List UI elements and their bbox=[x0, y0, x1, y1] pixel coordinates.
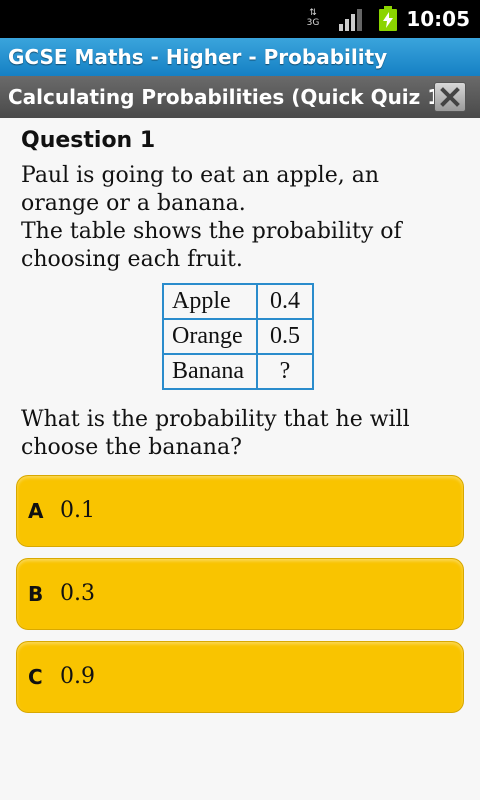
table-row: Orange 0.5 bbox=[162, 318, 314, 355]
close-icon bbox=[440, 87, 460, 107]
question-line: Paul is going to eat an apple, an bbox=[21, 163, 379, 188]
question-prompt: What is the probability that he will cho… bbox=[21, 406, 461, 462]
network-type-icon: ⇅ 3G bbox=[306, 8, 320, 28]
table-cell-probability: 0.4 bbox=[256, 283, 314, 320]
answer-value: 0.9 bbox=[60, 664, 95, 689]
table-cell-fruit: Orange bbox=[162, 318, 258, 355]
app-title-bar: GCSE Maths - Higher - Probability bbox=[0, 38, 480, 76]
battery-charging-icon bbox=[379, 6, 397, 31]
table-cell-probability: ? bbox=[256, 353, 314, 390]
quiz-title-bar: Calculating Probabilities (Quick Quiz 1) bbox=[0, 76, 480, 118]
probability-table: Apple 0.4 Orange 0.5 Banana ? bbox=[162, 283, 314, 390]
table-cell-fruit: Apple bbox=[162, 283, 258, 320]
answer-button-b[interactable]: B 0.3 bbox=[16, 558, 464, 630]
answer-button-a[interactable]: A 0.1 bbox=[16, 475, 464, 547]
quiz-title: Calculating Probabilities (Quick Quiz 1) bbox=[8, 85, 451, 109]
clock: 10:05 bbox=[406, 7, 470, 31]
prompt-line: choose the banana? bbox=[21, 435, 242, 460]
answer-value: 0.1 bbox=[60, 498, 95, 523]
answer-value: 0.3 bbox=[60, 581, 95, 606]
question-line: choosing each fruit. bbox=[21, 247, 243, 272]
question-text: Paul is going to eat an apple, an orange… bbox=[21, 162, 461, 274]
app-title: GCSE Maths - Higher - Probability bbox=[8, 45, 388, 69]
question-line: orange or a banana. bbox=[21, 191, 246, 216]
signal-strength-icon bbox=[339, 9, 362, 31]
answer-letter: C bbox=[28, 665, 43, 689]
question-line: The table shows the probability of bbox=[21, 219, 402, 244]
answer-letter: A bbox=[28, 499, 44, 523]
table-cell-fruit: Banana bbox=[162, 353, 258, 390]
table-row: Apple 0.4 bbox=[162, 283, 314, 320]
answer-letter: B bbox=[28, 582, 44, 606]
close-button[interactable] bbox=[434, 82, 466, 112]
answer-button-c[interactable]: C 0.9 bbox=[16, 641, 464, 713]
table-row: Banana ? bbox=[162, 353, 314, 390]
question-title: Question 1 bbox=[21, 128, 156, 153]
table-cell-probability: 0.5 bbox=[256, 318, 314, 355]
status-bar: ⇅ 3G 10:05 bbox=[0, 0, 480, 38]
prompt-line: What is the probability that he will bbox=[21, 407, 410, 432]
